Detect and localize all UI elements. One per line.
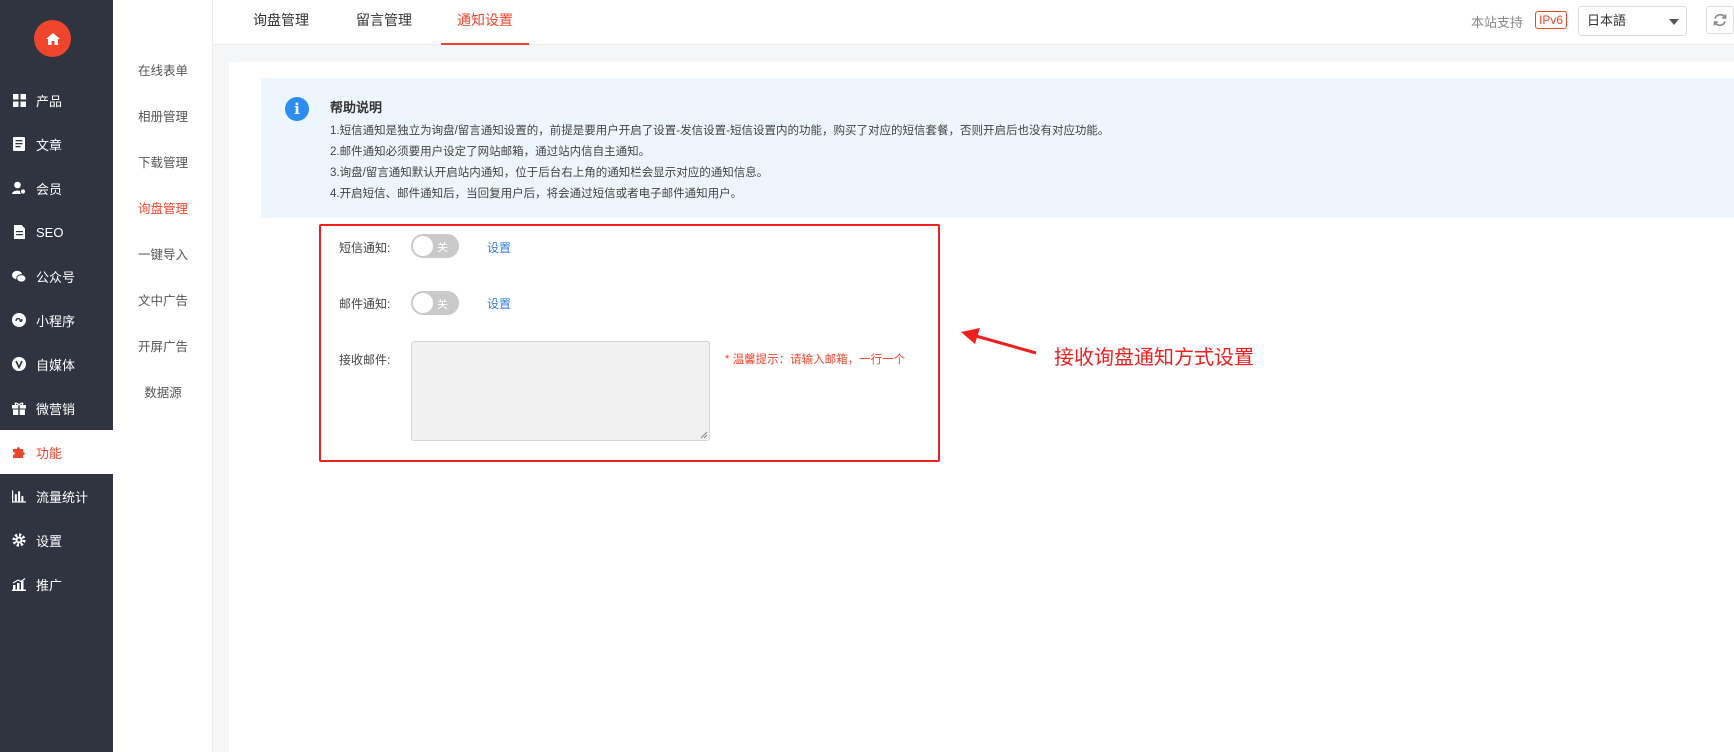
sidebar-item-label: 流量统计 [36,489,89,505]
sidebar-item-label: 设置 [36,533,63,549]
submenu-item-online-form[interactable]: 在线表单 [113,60,213,79]
refresh-button[interactable] [1706,6,1734,34]
sidebar-item-label: 功能 [36,445,63,461]
submenu-item-one-click-import[interactable]: 一键导入 [113,244,213,263]
switch-knob [413,236,433,256]
sidebar-item-promotion[interactable]: 推广 [0,562,113,606]
tab-message-management[interactable]: 留言管理 [352,0,416,45]
grid-icon [12,93,26,107]
sidebar-item-label: 微营销 [36,401,76,417]
email-notification-label: 邮件通知: [339,297,391,311]
sidebar-item-functions[interactable]: 功能 [0,430,113,474]
sidebar-item-self-media[interactable]: 自媒体 [0,342,113,386]
top-bar: 询盘管理 留言管理 通知设置 本站支持 IPv6 日本語 [213,0,1734,45]
email-settings-link[interactable]: 设置 [487,295,511,312]
sidebar-item-label: SEO [36,224,64,240]
submenu-item-in-article-ads[interactable]: 文中广告 [113,290,213,309]
sidebar-item-label: 小程序 [36,313,76,329]
bar-chart-icon [12,489,26,503]
sidebar-item-articles[interactable]: 文章 [0,122,113,166]
sidebar-item-label: 文章 [36,137,63,153]
promote-chart-icon [12,577,26,591]
resize-handle-icon[interactable] [699,430,708,439]
switch-knob [413,293,433,313]
sms-notification-switch[interactable]: 关 [411,234,459,258]
sidebar-item-members[interactable]: 会员 [0,166,113,210]
email-hint: * 温馨提示：请输入邮箱，一行一个 [725,354,906,366]
help-line: 3.询盘/留言通知默认开启站内通知，位于后台右上角的通知栏会显示对应的通知信息。 [330,167,769,179]
support-label: 本站支持 [1471,15,1524,30]
sidebar-item-official-account[interactable]: 公众号 [0,254,113,298]
home-icon [45,32,60,45]
wechat-icon [12,269,26,283]
v-media-icon [12,357,26,371]
language-select[interactable]: 日本語 [1578,6,1687,36]
chevron-down-icon [1669,19,1679,25]
submenu-item-inquiries[interactable]: 询盘管理 [113,198,213,217]
ipv6-badge: IPv6 [1535,11,1568,29]
annotation-arrow-icon [961,328,1037,355]
tab-inquiry-management[interactable]: 询盘管理 [249,0,313,45]
receive-email-label: 接收邮件: [339,353,391,367]
secondary-menu: 在线表单 相册管理 下载管理 询盘管理 一键导入 文中广告 开屏广告 数据源 [113,0,213,752]
refresh-icon [1713,13,1727,27]
sidebar-item-label: 产品 [36,93,63,109]
language-value: 日本語 [1587,13,1627,28]
sms-settings-link[interactable]: 设置 [487,239,511,256]
submenu-item-data-source[interactable]: 数据源 [113,382,213,401]
submenu-item-album[interactable]: 相册管理 [113,106,213,125]
sidebar-item-label: 公众号 [36,269,76,285]
sidebar-item-traffic-stats[interactable]: 流量统计 [0,474,113,518]
file-icon [12,225,26,239]
switch-state-text: 关 [437,242,448,254]
sidebar-item-products[interactable]: 产品 [0,78,113,122]
help-line: 2.邮件通知必须要用户设定了网站邮箱，通过站内信自主通知。 [330,146,651,158]
sidebar-item-seo[interactable]: SEO [0,210,113,254]
sidebar-item-settings[interactable]: 设置 [0,518,113,562]
receive-email-textarea[interactable] [411,341,710,441]
puzzle-icon [12,445,26,459]
submenu-item-splash-ads[interactable]: 开屏广告 [113,336,213,355]
sidebar-item-label: 会员 [36,181,63,197]
submenu-item-downloads[interactable]: 下载管理 [113,152,213,171]
sidebar-item-label: 自媒体 [36,357,76,373]
annotation-text: 接收询盘通知方式设置 [1054,347,1254,369]
main-sidebar: 产品 文章 会员 SEO 公众号 小程序 自媒体 微营销 功能 流量统计 设置 [0,0,113,752]
user-icon [12,181,26,195]
tab-notification-settings[interactable]: 通知设置 [441,0,529,45]
sidebar-item-label: 推广 [36,577,63,593]
sms-notification-label: 短信通知: [339,241,391,255]
switch-state-text: 关 [437,299,448,311]
email-notification-switch[interactable]: 关 [411,291,459,315]
info-icon: i [285,97,309,121]
home-button[interactable] [34,20,71,57]
gift-icon [12,401,26,415]
help-line: 1.短信通知是独立为询盘/留言通知设置的，前提是要用户开启了设置-发信设置-短信… [330,125,1110,137]
document-icon [12,137,26,151]
gear-icon [12,533,26,547]
sidebar-item-micro-marketing[interactable]: 微营销 [0,386,113,430]
help-title: 帮助说明 [330,100,383,115]
miniprogram-icon [12,313,26,327]
sidebar-item-mini-program[interactable]: 小程序 [0,298,113,342]
help-line: 4.开启短信、邮件通知后，当回复用户后，将会通过短信或者电子邮件通知用户。 [330,188,743,200]
